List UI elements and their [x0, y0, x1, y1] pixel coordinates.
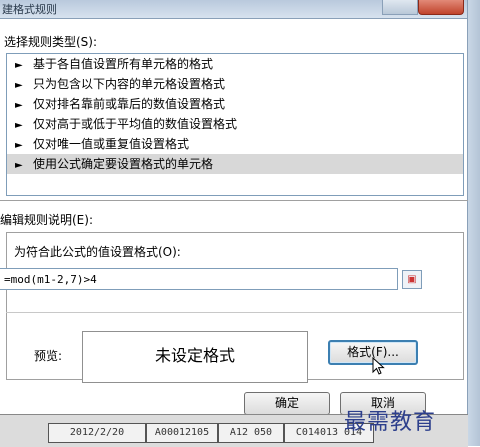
rule-type-item[interactable]: ► 仅对高于或低于平均值的数值设置格式: [7, 114, 463, 134]
sheet-cell: A00012105: [146, 423, 218, 443]
rule-type-item[interactable]: ► 仅对排名靠前或靠后的数值设置格式: [7, 94, 463, 114]
triangle-right-icon: ►: [15, 120, 23, 131]
rule-type-item-label: 基于各自值设置所有单元格的格式: [33, 57, 214, 71]
window-frame-right: [467, 0, 480, 446]
maximize-button[interactable]: [382, 0, 418, 15]
rule-type-item-selected[interactable]: ► 使用公式确定要设置格式的单元格: [7, 154, 463, 174]
close-button[interactable]: [418, 0, 464, 15]
sheet-cell: 2012/2/20: [48, 423, 146, 443]
rule-type-list[interactable]: ► 基于各自值设置所有单元格的格式 ► 只为包含以下内容的单元格设置格式 ► 仅对排名…: [6, 53, 464, 196]
divider: [0, 200, 468, 201]
mouse-pointer-icon: [372, 357, 385, 375]
collapse-dialog-icon[interactable]: ▣: [402, 270, 422, 289]
triangle-right-icon: ►: [15, 160, 23, 171]
rule-type-item[interactable]: ► 基于各自值设置所有单元格的格式: [7, 54, 463, 74]
rule-type-item-label: 使用公式确定要设置格式的单元格: [33, 157, 214, 171]
triangle-right-icon: ►: [15, 60, 23, 71]
preview-label: 预览:: [34, 349, 63, 363]
watermark: 最需教育: [344, 410, 437, 435]
rule-type-item[interactable]: ► 仅对唯一值或重复值设置格式: [7, 134, 463, 154]
formula-input[interactable]: =mod(m1-2,7)>4: [0, 268, 398, 290]
title-bar: 建格式规则: [0, 0, 480, 19]
triangle-right-icon: ►: [15, 80, 23, 91]
rule-type-item[interactable]: ► 只为包含以下内容的单元格设置格式: [7, 74, 463, 94]
rule-type-item-label: 只为包含以下内容的单元格设置格式: [33, 77, 226, 91]
ok-button[interactable]: 确定: [244, 392, 330, 415]
window-title: 建格式规则: [2, 3, 57, 16]
rule-type-item-label: 仅对排名靠前或靠后的数值设置格式: [33, 97, 226, 111]
divider: [6, 312, 462, 313]
triangle-right-icon: ►: [15, 140, 23, 151]
rule-type-item-label: 仅对唯一值或重复值设置格式: [33, 137, 190, 151]
sheet-cell: A12 050: [218, 423, 284, 443]
preview-box: 未设定格式: [82, 331, 308, 383]
rule-desc-label: 编辑规则说明(E):: [0, 213, 93, 227]
rule-type-label: 选择规则类型(S):: [4, 35, 98, 49]
formula-label: 为符合此公式的值设置格式(O):: [14, 245, 181, 259]
rule-type-item-label: 仅对高于或低于平均值的数值设置格式: [33, 117, 238, 131]
triangle-right-icon: ►: [15, 100, 23, 111]
